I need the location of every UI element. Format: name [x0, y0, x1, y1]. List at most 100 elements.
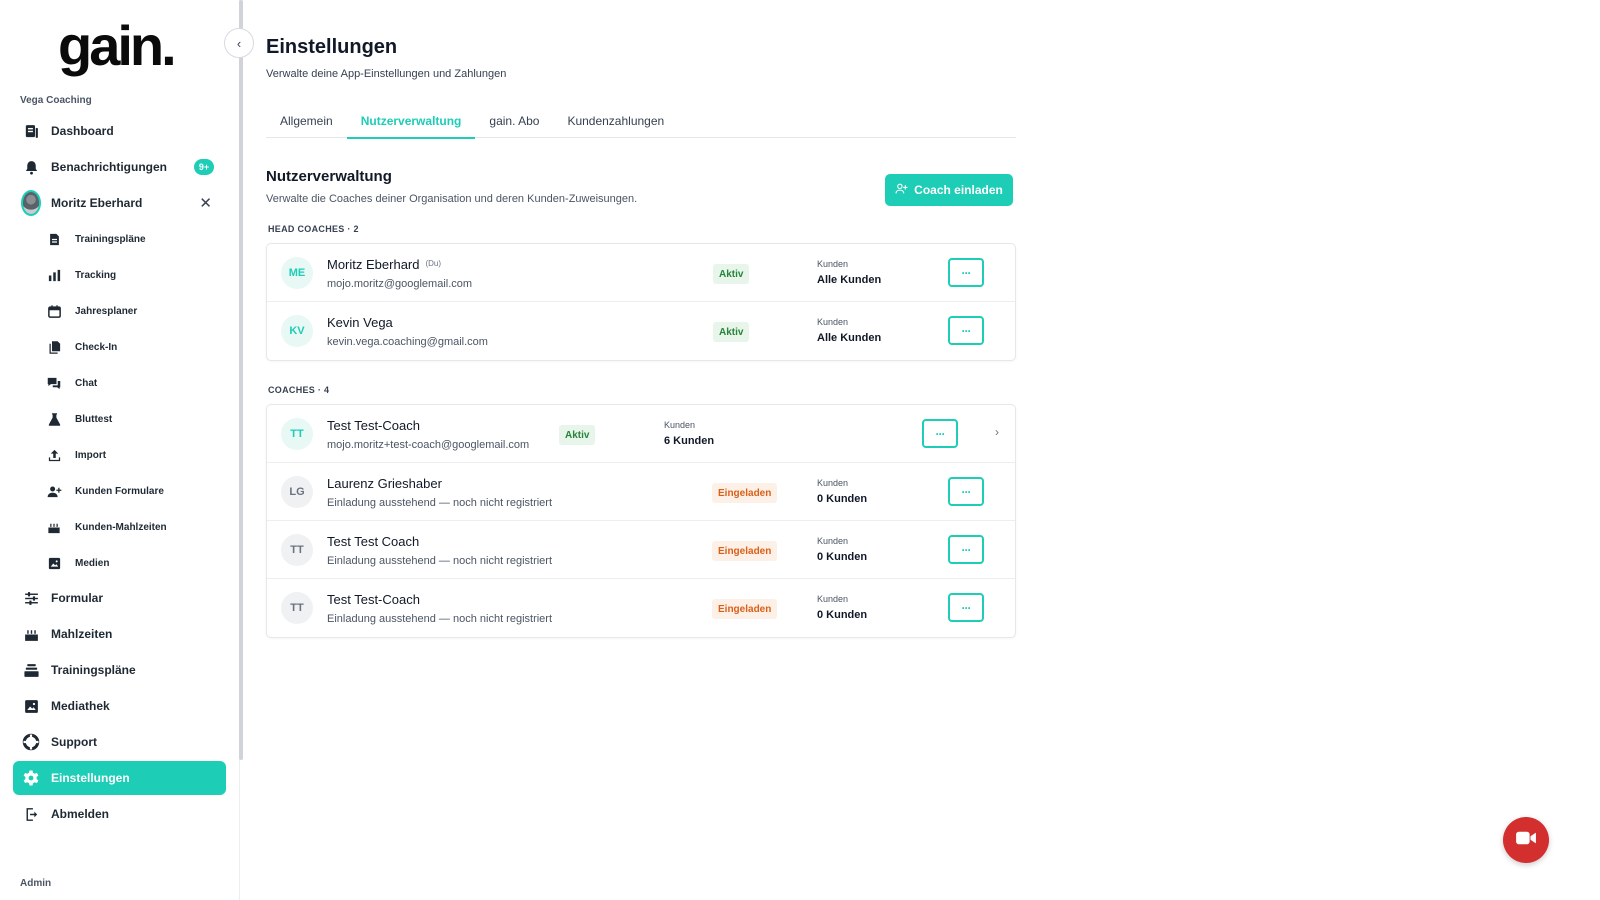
sidebar: gain. Vega Coaching Dashboard Benachrich… [0, 0, 243, 900]
sidebar-item-einstellungen[interactable]: Einstellungen [13, 761, 226, 795]
sidebar-subitem-label: Kunden-Mahlzeiten [75, 521, 167, 533]
coach-email: mojo.moritz@googlemail.com [327, 278, 473, 290]
more-options-button[interactable]: ··· [948, 258, 984, 287]
sidebar-subitem-label: Medien [75, 557, 110, 569]
sidebar-item-trainingsplaene[interactable]: Trainingspläne [13, 653, 226, 687]
sidebar-subitem-label: Jahresplaner [75, 305, 138, 317]
sidebar-subitem-label: Bluttest [75, 413, 113, 425]
sidebar-item-label: Dashboard [51, 124, 114, 138]
avatar: TT [281, 534, 313, 566]
video-camera-icon [1515, 829, 1537, 852]
head-coaches-label: HEAD COACHES · 2 [268, 224, 359, 234]
flask-icon [45, 410, 63, 428]
coach-email: Einladung ausstehend — noch nicht regist… [327, 497, 553, 509]
head-coaches-card: ME Moritz Eberhard (Du) mojo.moritz@googl… [266, 243, 1016, 361]
status-badge: Eingeladen [712, 541, 778, 561]
table-row: LG Laurenz Grieshaber Einladung ausstehe… [267, 463, 1015, 521]
kunden-value: 0 Kunden [817, 551, 868, 563]
user-plus-icon [895, 182, 908, 198]
sidebar-item-formular[interactable]: Formular [13, 581, 226, 615]
document-icon [45, 230, 63, 248]
invite-coach-label: Coach einladen [914, 183, 1003, 197]
sidebar-subitem-kunden-mahlzeiten[interactable]: Kunden-Mahlzeiten [45, 513, 225, 541]
sidebar-subitem-chat[interactable]: Chat [45, 369, 225, 397]
kunden-value: 0 Kunden [817, 609, 868, 621]
sidebar-item-support[interactable]: Support [13, 725, 226, 759]
sidebar-subitem-tracking[interactable]: Tracking [45, 261, 225, 289]
sidebar-subitem-jahresplaner[interactable]: Jahresplaner [45, 297, 225, 325]
table-row[interactable]: TT Test Test-Coach mojo.moritz+test-coac… [267, 405, 1015, 463]
kunden-value: 6 Kunden [664, 435, 715, 447]
coach-name: Test Test Coach [327, 534, 420, 549]
sidebar-subitem-import[interactable]: Import [45, 441, 225, 469]
sidebar-item-label: Formular [51, 591, 104, 605]
sidebar-subitem-kunden-formulare[interactable]: Kunden Formulare [45, 477, 225, 505]
tab-allgemein[interactable]: Allgemein [266, 104, 347, 138]
more-options-button[interactable]: ··· [948, 593, 984, 622]
avatar: ME [281, 257, 313, 289]
collapse-sidebar-button[interactable]: ‹ [224, 28, 254, 58]
sidebar-item-notifications[interactable]: Benachrichtigungen 9+ [13, 150, 226, 184]
sidebar-item-mediathek[interactable]: Mediathek [13, 689, 226, 723]
coach-name: Test Test-Coach [327, 418, 420, 433]
video-call-button[interactable] [1503, 817, 1549, 863]
sidebar-item-abmelden[interactable]: Abmelden [13, 797, 226, 831]
sidebar-scrollbar[interactable] [239, 0, 243, 760]
sidebar-subitem-trainingsplaene[interactable]: Trainingspläne [45, 225, 225, 253]
coach-email: Einladung ausstehend — noch nicht regist… [327, 613, 553, 625]
status-badge: Eingeladen [712, 483, 778, 503]
kunden-label: Kunden [817, 317, 849, 327]
close-icon[interactable]: ✕ [199, 194, 212, 212]
more-options-button[interactable]: ··· [922, 419, 958, 448]
coaches-card: TT Test Test-Coach mojo.moritz+test-coac… [266, 404, 1016, 638]
image-icon [21, 696, 41, 716]
chat-icon [45, 374, 63, 392]
avatar: LG [281, 476, 313, 508]
logout-icon [21, 804, 41, 824]
cake-icon [21, 624, 41, 644]
kunden-label: Kunden [817, 536, 849, 546]
avatar [21, 190, 41, 216]
kunden-value: 0 Kunden [817, 493, 868, 505]
sidebar-subitem-label: Trainingspläne [75, 233, 146, 245]
sidebar-subitem-checkin[interactable]: Check-In [45, 333, 225, 361]
section-title: Nutzerverwaltung [266, 168, 392, 185]
more-options-button[interactable]: ··· [948, 316, 984, 345]
sidebar-item-label: Mediathek [51, 699, 110, 713]
sidebar-subitem-medien[interactable]: Medien [45, 549, 225, 577]
table-row: KV Kevin Vega kevin.vega.coaching@gmail.… [267, 302, 1015, 360]
avatar: TT [281, 418, 313, 450]
upload-icon [45, 446, 63, 464]
coach-name: Laurenz Grieshaber [327, 476, 442, 491]
sliders-icon [21, 588, 41, 608]
page-title: Einstellungen [266, 36, 398, 58]
coaches-label: COACHES · 4 [268, 385, 330, 395]
status-badge: Aktiv [713, 322, 750, 342]
sidebar-subitem-label: Tracking [75, 269, 117, 281]
sidebar-item-mahlzeiten[interactable]: Mahlzeiten [13, 617, 226, 651]
tab-kundenzahlungen[interactable]: Kundenzahlungen [553, 104, 678, 138]
sidebar-subitem-bluttest[interactable]: Bluttest [45, 405, 225, 433]
coach-name: Moritz Eberhard (Du) [327, 257, 442, 272]
kunden-value: Alle Kunden [817, 332, 882, 344]
chevron-left-icon: ‹ [236, 35, 242, 51]
bar-chart-icon [45, 266, 63, 284]
bell-icon [21, 157, 41, 177]
tab-gain-abo[interactable]: gain. Abo [475, 104, 553, 138]
sidebar-item-label: Einstellungen [51, 771, 130, 785]
invite-coach-button[interactable]: Coach einladen [885, 174, 1013, 206]
sidebar-item-label: Mahlzeiten [51, 627, 113, 641]
sidebar-item-label: Benachrichtigungen [51, 160, 168, 174]
avatar: TT [281, 592, 313, 624]
sidebar-subitem-label: Import [75, 449, 107, 461]
settings-tabs: Allgemein Nutzerverwaltung gain. Abo Kun… [266, 104, 1016, 139]
sidebar-item-label: Trainingspläne [51, 663, 136, 677]
more-options-button[interactable]: ··· [948, 477, 984, 506]
sidebar-item-user[interactable]: Moritz Eberhard ✕ [13, 186, 226, 220]
more-options-button[interactable]: ··· [948, 535, 984, 564]
coach-email: Einladung ausstehend — noch nicht regist… [327, 555, 553, 567]
tab-nutzerverwaltung[interactable]: Nutzerverwaltung [346, 104, 476, 139]
gear-icon [21, 768, 41, 788]
chevron-right-icon[interactable]: › [995, 425, 999, 439]
sidebar-item-dashboard[interactable]: Dashboard [13, 114, 226, 148]
